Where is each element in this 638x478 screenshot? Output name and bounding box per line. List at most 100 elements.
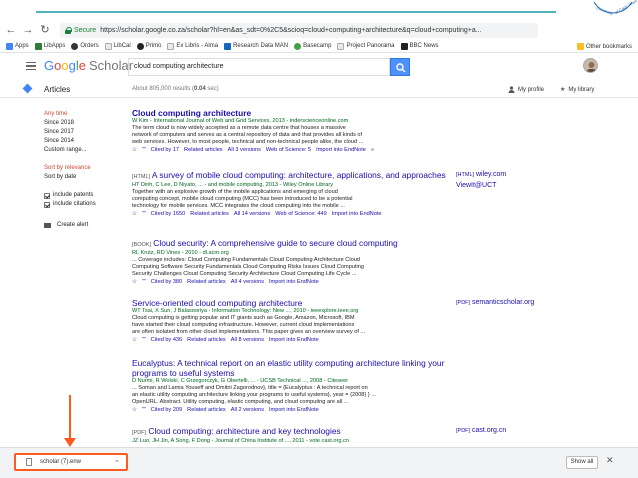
import-endnote-link[interactable]: Import into EndNote (316, 146, 366, 154)
bookmark-basecamp[interactable]: Basecamp (294, 42, 331, 50)
cited-by-link[interactable]: Cited by 1650 (151, 210, 186, 218)
checkbox-icon (44, 192, 50, 199)
avatar[interactable] (583, 58, 598, 73)
annotation-arrow-head (64, 438, 76, 447)
my-profile-link[interactable]: My profile (508, 86, 544, 93)
import-endnote-link[interactable]: Import into EndNote (269, 406, 319, 414)
apps-icon (6, 42, 13, 50)
cited-by-link[interactable]: Cited by 17 (151, 146, 179, 154)
person-icon (508, 86, 515, 93)
download-item[interactable]: scholar (7).enw ⌃ (14, 453, 128, 471)
include-citations-checkbox[interactable]: include citations (44, 200, 128, 209)
bookmark-bbc-news[interactable]: BBC News (400, 42, 439, 50)
show-all-button[interactable]: Show all (566, 456, 598, 469)
create-alert-link[interactable]: Create alert (44, 221, 128, 230)
articles-label[interactable]: Articles (44, 85, 70, 94)
result-title[interactable]: Service-oriented cloud computing archite… (132, 298, 452, 308)
result-title[interactable]: [BOOK] Cloud security: A comprehensive g… (132, 238, 452, 250)
related-articles-link[interactable]: Related articles (190, 210, 229, 218)
url-input[interactable]: Secure https://scholar.google.co.za/scho… (60, 23, 538, 38)
cite-quote-icon[interactable]: ”” (142, 146, 146, 154)
bookmark-icon (71, 42, 79, 50)
fulltext-link[interactable]: [HTML] wiley.com (456, 170, 506, 180)
save-star-icon[interactable]: ☆ (132, 278, 137, 286)
other-bookmarks[interactable]: Other bookmarks (576, 43, 632, 50)
all-versions-link[interactable]: All 2 versions (231, 406, 264, 414)
fulltext-link[interactable]: [PDF] semanticscholar.org (456, 298, 534, 308)
cite-quote-icon[interactable]: ”” (142, 406, 146, 414)
page-icon (337, 42, 345, 50)
related-articles-link[interactable]: Related articles (187, 278, 226, 286)
save-star-icon[interactable]: ☆ (132, 210, 137, 218)
chevron-up-icon[interactable]: ⌃ (114, 459, 120, 467)
reload-icon[interactable]: ↻ (39, 24, 51, 36)
viewit-link[interactable]: ViewIt@UCT (456, 181, 496, 190)
bookmark-apps[interactable]: Apps (6, 42, 29, 50)
bookmark-orders[interactable]: Orders (71, 42, 99, 50)
import-endnote-link[interactable]: Import into EndNote (269, 278, 319, 286)
bookmark-libapps[interactable]: LibApps (34, 42, 65, 50)
save-star-icon[interactable]: ☆ (132, 146, 137, 154)
all-versions-link[interactable]: All 4 versions (231, 278, 264, 286)
import-endnote-link[interactable]: Import into EndNote (269, 336, 319, 344)
cite-quote-icon[interactable]: ”” (142, 278, 146, 286)
bookmark-libcal[interactable]: LibCal (104, 42, 131, 50)
sort-by-date[interactable]: Sort by date (44, 173, 128, 182)
result-title[interactable]: Cloud computing architecture (132, 108, 452, 118)
related-articles-link[interactable]: Related articles (184, 146, 223, 154)
result-authors: W Kim - International Journal of Web and… (132, 118, 349, 124)
cite-quote-icon[interactable]: ”” (142, 210, 146, 218)
bookmark-primo[interactable]: Primo (136, 42, 161, 50)
filter-since-2014[interactable]: Since 2014 (44, 137, 128, 146)
result-title[interactable]: [PDF] Cloud computing: architecture and … (132, 426, 452, 438)
filter-since-2017[interactable]: Since 2017 (44, 128, 128, 137)
cited-by-link[interactable]: Cited by 380 (151, 278, 182, 286)
result-actions: ☆ ”” Cited by 436 Related articles All 8… (132, 336, 452, 344)
search-input[interactable]: cloud computing architecture (128, 58, 390, 76)
filter-since-2018[interactable]: Since 2018 (44, 119, 128, 128)
filter-any-time[interactable]: Any time (44, 110, 128, 119)
sort-by-relevance[interactable]: Sort by relevance (44, 164, 128, 173)
related-articles-link[interactable]: Related articles (187, 406, 226, 414)
download-bar: scholar (7).enw ⌃ Show all ✕ (0, 447, 638, 478)
cite-quote-icon[interactable]: ”” (142, 336, 146, 344)
cited-by-link[interactable]: Cited by 436 (151, 336, 182, 344)
tab-strip: University of Cape Town (0, 0, 638, 20)
filter-custom-range[interactable]: Custom range... (44, 146, 128, 155)
bookmark-ex-libris[interactable]: Ex Libris - Alma (167, 42, 218, 50)
related-articles-link[interactable]: Related articles (187, 336, 226, 344)
result-authors: JZ Luo, JH Jin, A Song, F Dong - Journal… (132, 438, 349, 444)
result-snippet: Cloud computing is getting popular and I… (132, 315, 366, 335)
folder-icon (576, 43, 584, 50)
top-rule (36, 11, 556, 13)
result-title[interactable]: [HTML] A survey of mobile cloud computin… (132, 170, 452, 182)
google-scholar-logo[interactable]: Google Scholar (44, 59, 133, 73)
forward-icon[interactable]: → (22, 24, 34, 36)
page-icon (167, 42, 175, 50)
all-versions-link[interactable]: All 14 versions (234, 210, 270, 218)
result-authors: D Nurmi, R Wolski, C Grzegorczyk, G Ober… (132, 378, 349, 384)
result-authors: RL Krutz, RD Vines - 2010 - dl.acm.org (132, 250, 229, 256)
save-star-icon[interactable]: ☆ (132, 406, 137, 414)
my-library-link[interactable]: ★ My library (560, 86, 594, 94)
save-star-icon[interactable]: ☆ (132, 336, 137, 344)
result-title[interactable]: Eucalyptus: A technical report on an ela… (132, 358, 452, 378)
cited-by-link[interactable]: Cited by 209 (151, 406, 182, 414)
back-icon[interactable]: ← (5, 24, 17, 36)
include-patents-checkbox[interactable]: include patents (44, 191, 128, 200)
more-chevron-icon[interactable]: » (371, 146, 374, 154)
articles-icon (22, 83, 33, 94)
web-of-science-link[interactable]: Web of Science: 5 (266, 146, 311, 154)
bookmark-icon (224, 42, 232, 50)
import-endnote-link[interactable]: Import into EndNote (332, 210, 382, 218)
close-icon[interactable]: ✕ (606, 455, 614, 466)
all-versions-link[interactable]: All 3 versions (228, 146, 261, 154)
fulltext-link[interactable]: [PDF] cast.org.cn (456, 426, 506, 436)
bookmark-research-data[interactable]: Research Data MAN (224, 42, 288, 50)
bookmark-project-panorama[interactable]: Project Panorama (337, 42, 395, 50)
hamburger-menu-icon[interactable] (26, 62, 36, 70)
svg-text:of Cape Town: of Cape Town (614, 0, 638, 15)
web-of-science-link[interactable]: Web of Science: 449 (275, 210, 327, 218)
search-button[interactable] (390, 58, 410, 76)
all-versions-link[interactable]: All 8 versions (231, 336, 264, 344)
